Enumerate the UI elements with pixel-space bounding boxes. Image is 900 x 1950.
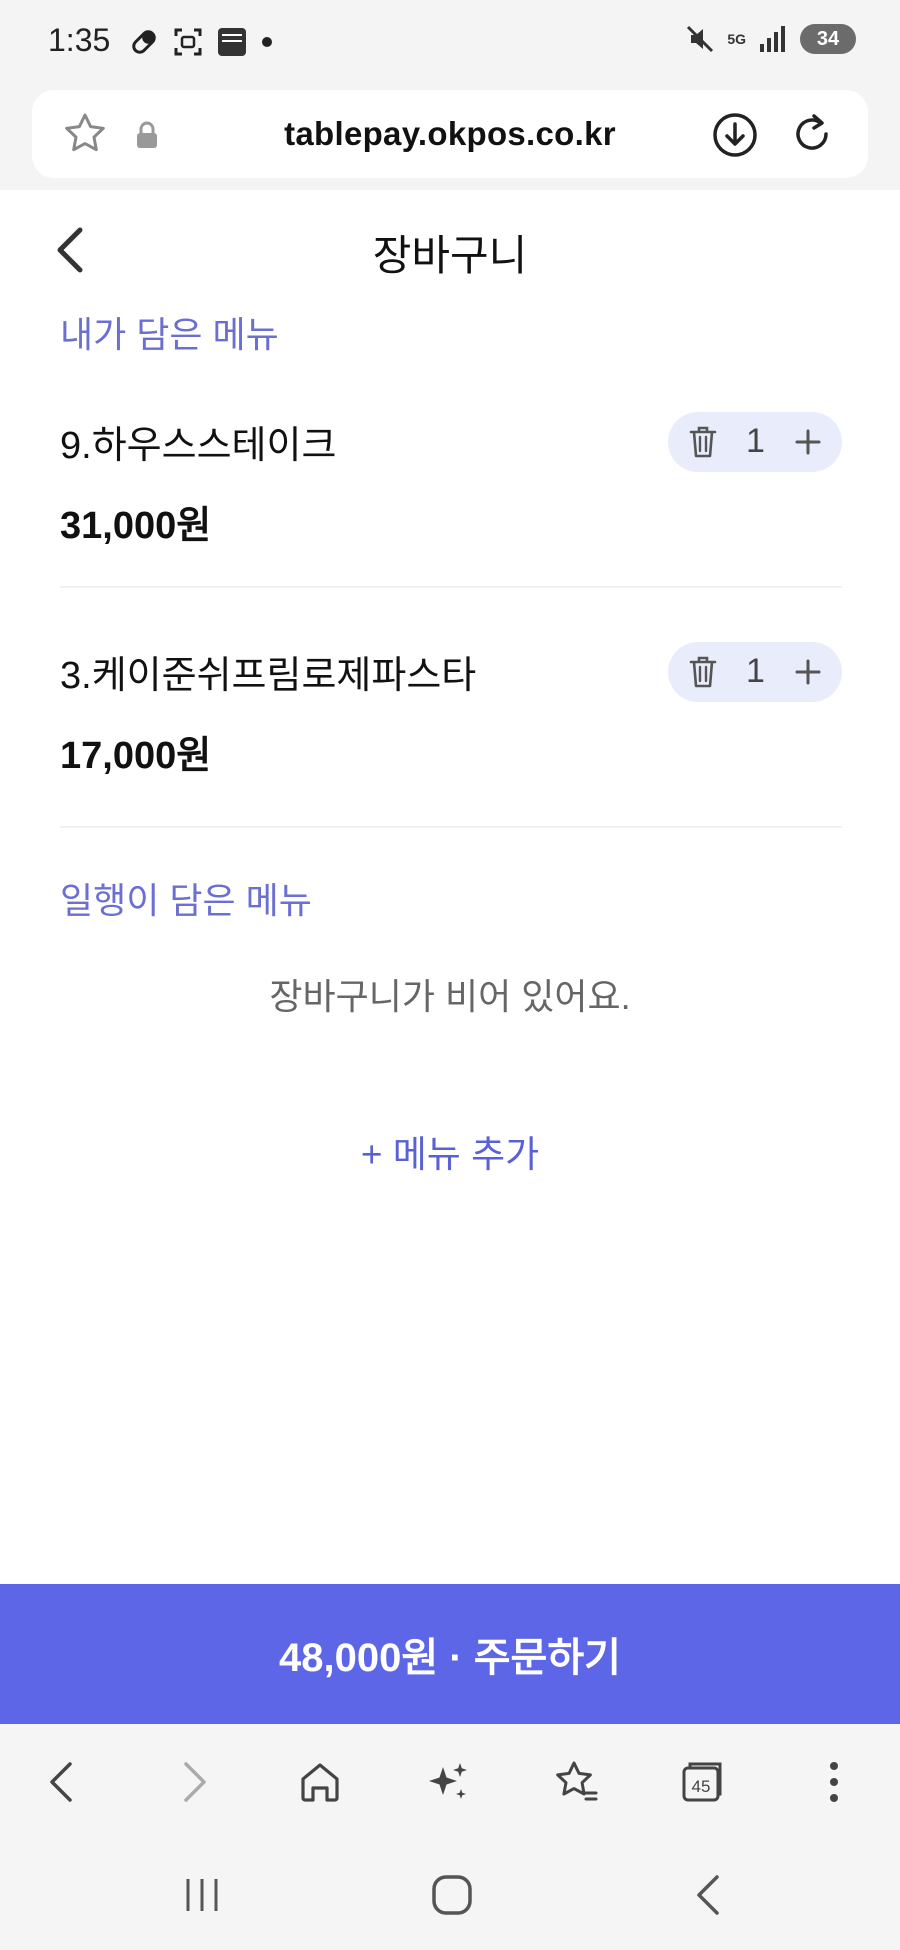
browser-forward-button[interactable] bbox=[166, 1754, 222, 1810]
browser-ai-button[interactable] bbox=[420, 1754, 476, 1810]
quantity-value: 1 bbox=[746, 422, 765, 460]
status-right-icons: 5G 34 bbox=[685, 24, 856, 54]
system-back-button[interactable] bbox=[680, 1872, 736, 1918]
page-header: 장바구니 bbox=[0, 190, 900, 310]
back-icon bbox=[50, 1762, 72, 1802]
tabs-icon: 45 bbox=[682, 1762, 722, 1802]
cart-item-price: 31,000원 bbox=[60, 505, 212, 547]
plus-icon[interactable] bbox=[792, 426, 824, 458]
quantity-stepper: 1 bbox=[668, 642, 842, 702]
empty-cart-message: 장바구니가 비어 있어요. bbox=[269, 976, 631, 1017]
browser-url-area: tablepay.okpos.co.kr bbox=[0, 88, 900, 190]
quantity-value: 1 bbox=[746, 652, 765, 690]
trash-icon[interactable] bbox=[688, 425, 718, 459]
browser-menu-button[interactable] bbox=[806, 1754, 862, 1810]
status-time: 1:35 bbox=[48, 22, 111, 58]
home-square-icon bbox=[432, 1875, 472, 1915]
home-button[interactable] bbox=[424, 1872, 480, 1918]
network-label: 5G bbox=[727, 31, 746, 47]
party-menu-section-label: 일행이 담은 메뉴 bbox=[60, 880, 312, 921]
browser-bookmarks-button[interactable] bbox=[548, 1754, 604, 1810]
browser-bottom-nav: 45 bbox=[0, 1724, 900, 1840]
tab-count: 45 bbox=[692, 1777, 711, 1796]
divider bbox=[60, 826, 842, 828]
pill-icon bbox=[132, 30, 156, 54]
cart-item-name: 3.케이준쉬프림로제파스타 bbox=[60, 655, 477, 697]
app-notification-icon bbox=[218, 28, 246, 56]
sparkle-icon bbox=[429, 1763, 467, 1799]
mute-icon bbox=[687, 25, 714, 53]
refresh-icon[interactable] bbox=[788, 110, 836, 158]
plus-icon[interactable] bbox=[792, 656, 824, 688]
bookmark-star-icon bbox=[556, 1761, 598, 1801]
forward-icon bbox=[184, 1762, 206, 1802]
cart-item-price: 17,000원 bbox=[60, 735, 212, 777]
trash-icon[interactable] bbox=[688, 655, 718, 689]
my-menu-section-label: 내가 담은 메뉴 bbox=[60, 314, 279, 355]
recent-apps-button[interactable] bbox=[174, 1872, 230, 1918]
order-button[interactable]: 48,000원 · 주문하기 bbox=[0, 1584, 900, 1724]
recent-apps-icon bbox=[186, 1879, 218, 1911]
system-back-icon bbox=[697, 1875, 719, 1915]
add-menu-button[interactable]: + 메뉴 추가 bbox=[0, 1124, 900, 1178]
home-icon bbox=[301, 1763, 339, 1802]
download-icon[interactable] bbox=[712, 112, 758, 158]
order-button-label: 48,000원 · 주문하기 bbox=[279, 1636, 621, 1680]
system-nav-bar bbox=[0, 1840, 900, 1950]
status-bar: 1:35 5G 34 bbox=[0, 0, 900, 88]
screenshot-icon bbox=[174, 28, 202, 56]
more-vertical-icon bbox=[830, 1762, 838, 1802]
url-bar[interactable]: tablepay.okpos.co.kr bbox=[32, 90, 868, 178]
browser-back-button[interactable] bbox=[34, 1754, 90, 1810]
signal-icon bbox=[760, 26, 785, 52]
browser-tabs-button[interactable]: 45 bbox=[674, 1754, 730, 1810]
dot-icon bbox=[262, 37, 272, 47]
quantity-stepper: 1 bbox=[668, 412, 842, 472]
status-notification-icons bbox=[128, 26, 274, 58]
cart-item-name: 9.하우스스테이크 bbox=[60, 425, 337, 467]
browser-home-button[interactable] bbox=[292, 1754, 348, 1810]
page-title: 장바구니 bbox=[372, 232, 528, 279]
battery-indicator: 34 bbox=[800, 24, 856, 54]
divider bbox=[60, 586, 842, 588]
